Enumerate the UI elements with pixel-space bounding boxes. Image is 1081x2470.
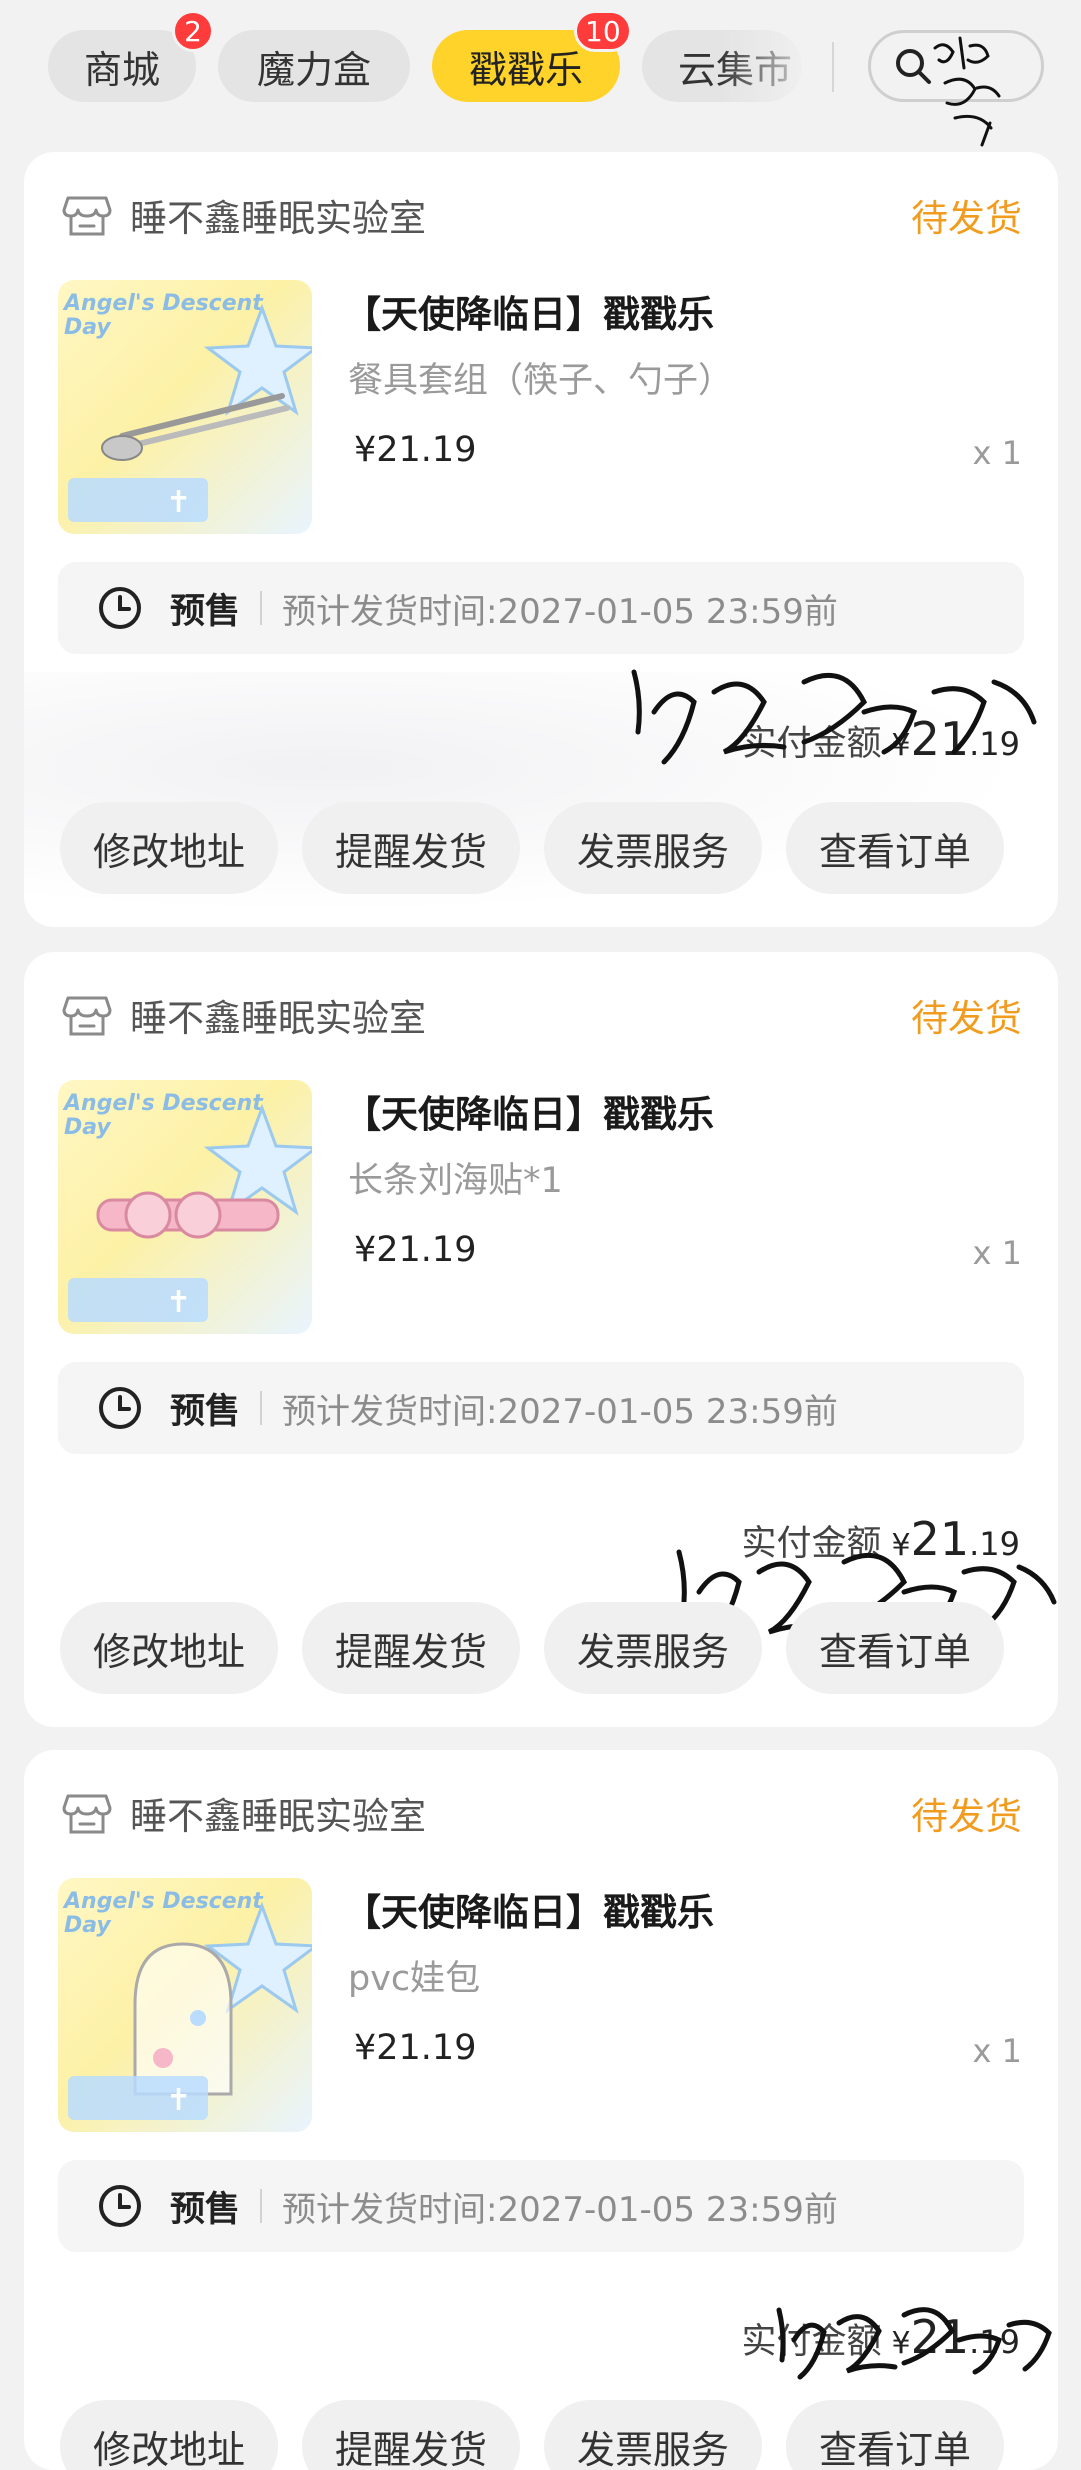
paid-currency: ¥	[891, 1528, 911, 1563]
remind-shipping-button[interactable]: 提醒发货	[302, 802, 520, 894]
presale-tag: 预售	[170, 591, 241, 632]
product-title[interactable]: 【天使降临日】戳戳乐	[344, 1084, 714, 1138]
tab-fade	[720, 26, 840, 106]
cutlery-icon	[101, 393, 290, 461]
tab-label: 魔力盒	[256, 47, 371, 92]
clock-icon	[99, 2185, 141, 2227]
change-address-button[interactable]: 修改地址	[60, 2400, 278, 2470]
order-actions: 修改地址 提醒发货 发票服务 查看订单	[60, 1602, 1004, 1694]
order-status: 待发货	[911, 997, 1022, 1040]
paid-amount: 实付金额 ¥ 21 .19	[741, 1512, 1020, 1566]
presale-ship-time: 预计发货时间:2027-01-05 23:59前	[282, 1391, 838, 1432]
tab-mall[interactable]: 商城 2	[48, 10, 214, 102]
presale-info: 预售 预计发货时间:2027-01-05 23:59前	[58, 562, 1024, 654]
cross-icon: ✝	[166, 485, 192, 520]
product-price: ¥21.19	[354, 430, 477, 470]
order-status: 待发货	[911, 197, 1022, 240]
presale-tag: 预售	[170, 1391, 241, 1432]
tab-label: 商城	[83, 47, 160, 92]
paid-integer: 21	[910, 2310, 970, 2364]
order-status: 待发货	[911, 1795, 1022, 1838]
presale-ship-time: 预计发货时间:2027-01-05 23:59前	[282, 591, 838, 632]
hair-clip-icon	[96, 1191, 280, 1239]
product-price: ¥21.19	[354, 1230, 477, 1270]
change-address-button[interactable]: 修改地址	[60, 1602, 278, 1694]
product-title[interactable]: 【天使降临日】戳戳乐	[344, 1882, 714, 1936]
paid-amount: 实付金额 ¥ 21 .19	[741, 2310, 1020, 2364]
paid-amount: 实付金额 ¥ 21 .19	[741, 712, 1020, 766]
change-address-button[interactable]: 修改地址	[60, 802, 278, 894]
paid-currency: ¥	[891, 2326, 911, 2361]
tab-poke-fun[interactable]: 戳戳乐 10	[432, 10, 632, 102]
product-variant: 餐具套组（筷子、勺子）	[348, 361, 734, 401]
paid-decimal: .19	[969, 2323, 1020, 2361]
presale-tag: 预售	[170, 2189, 241, 2230]
tab-label: 戳戳乐	[468, 47, 583, 92]
shop-row[interactable]: 睡不鑫睡眠实验室	[62, 1788, 426, 1838]
invoice-service-button[interactable]: 发票服务	[544, 802, 762, 894]
store-icon	[62, 1794, 112, 1834]
product-variant: 长条刘海贴*1	[348, 1161, 563, 1201]
paid-integer: 21	[910, 1512, 970, 1566]
product-thumbnail[interactable]: Angel's Descent Day ✝	[58, 280, 312, 534]
product-thumbnail[interactable]: Angel's Descent Day ✝	[58, 1080, 312, 1334]
presale-divider	[260, 591, 263, 625]
invoice-service-button[interactable]: 发票服务	[544, 1602, 762, 1694]
tab-badge: 10	[574, 10, 632, 52]
view-order-button[interactable]: 查看订单	[786, 802, 1004, 894]
clock-icon	[99, 587, 141, 629]
shop-row[interactable]: 睡不鑫睡眠实验室	[62, 990, 426, 1040]
store-icon	[62, 196, 112, 236]
product-price: ¥21.19	[354, 2028, 477, 2068]
shop-name: 睡不鑫睡眠实验室	[130, 197, 426, 240]
tab-divider	[832, 42, 834, 92]
invoice-service-button[interactable]: 发票服务	[544, 2400, 762, 2470]
product-quantity: x 1	[972, 434, 1022, 472]
paid-integer: 21	[910, 712, 970, 766]
shop-name: 睡不鑫睡眠实验室	[130, 1795, 426, 1838]
presale-divider	[260, 1391, 263, 1425]
shop-row[interactable]: 睡不鑫睡眠实验室	[62, 190, 426, 240]
view-order-button[interactable]: 查看订单	[786, 1602, 1004, 1694]
paid-label: 实付金额	[741, 2322, 882, 2362]
tab-badge: 2	[172, 10, 214, 52]
product-quantity: x 1	[972, 2032, 1022, 2070]
paid-label: 实付金额	[741, 1524, 882, 1564]
view-order-button[interactable]: 查看订单	[786, 2400, 1004, 2470]
remind-shipping-button[interactable]: 提醒发货	[302, 2400, 520, 2470]
cross-icon: ✝	[166, 1285, 192, 1320]
cross-icon: ✝	[166, 2083, 192, 2118]
presale-info: 预售 预计发货时间:2027-01-05 23:59前	[58, 1362, 1024, 1454]
order-actions: 修改地址 提醒发货 发票服务 查看订单	[60, 2400, 1004, 2470]
order-card[interactable]: 睡不鑫睡眠实验室 待发货 Angel's Descent Day ✝ 【天使降临…	[24, 1750, 1058, 2470]
clock-icon	[99, 1387, 141, 1429]
presale-ship-time: 预计发货时间:2027-01-05 23:59前	[282, 2189, 838, 2230]
paid-label: 实付金额	[741, 724, 882, 764]
order-card[interactable]: 睡不鑫睡眠实验室 待发货 Angel's Descent Day ✝ 【天使降临…	[24, 952, 1058, 1727]
order-actions: 修改地址 提醒发货 发票服务 查看订单	[60, 802, 1004, 894]
order-card[interactable]: 睡不鑫睡眠实验室 待发货 Angel's Descent Day ✝ 【天使降临…	[24, 152, 1058, 927]
remind-shipping-button[interactable]: 提醒发货	[302, 1602, 520, 1694]
paid-decimal: .19	[969, 1525, 1020, 1563]
category-tab-bar: 商城 2 魔力盒 戳戳乐 10 云集市	[0, 0, 1081, 147]
presale-divider	[260, 2189, 263, 2223]
tab-magic-box[interactable]: 魔力盒	[218, 30, 410, 102]
product-title[interactable]: 【天使降临日】戳戳乐	[344, 284, 714, 338]
watermark-signature	[933, 36, 1001, 147]
product-quantity: x 1	[972, 1234, 1022, 1272]
store-icon	[62, 996, 112, 1036]
paid-currency: ¥	[891, 728, 911, 763]
product-variant: pvc娃包	[348, 1959, 481, 1999]
presale-info: 预售 预计发货时间:2027-01-05 23:59前	[58, 2160, 1024, 2252]
paid-decimal: .19	[969, 725, 1020, 763]
shop-name: 睡不鑫睡眠实验室	[130, 997, 426, 1040]
product-thumbnail[interactable]: Angel's Descent Day ✝	[58, 1878, 312, 2132]
